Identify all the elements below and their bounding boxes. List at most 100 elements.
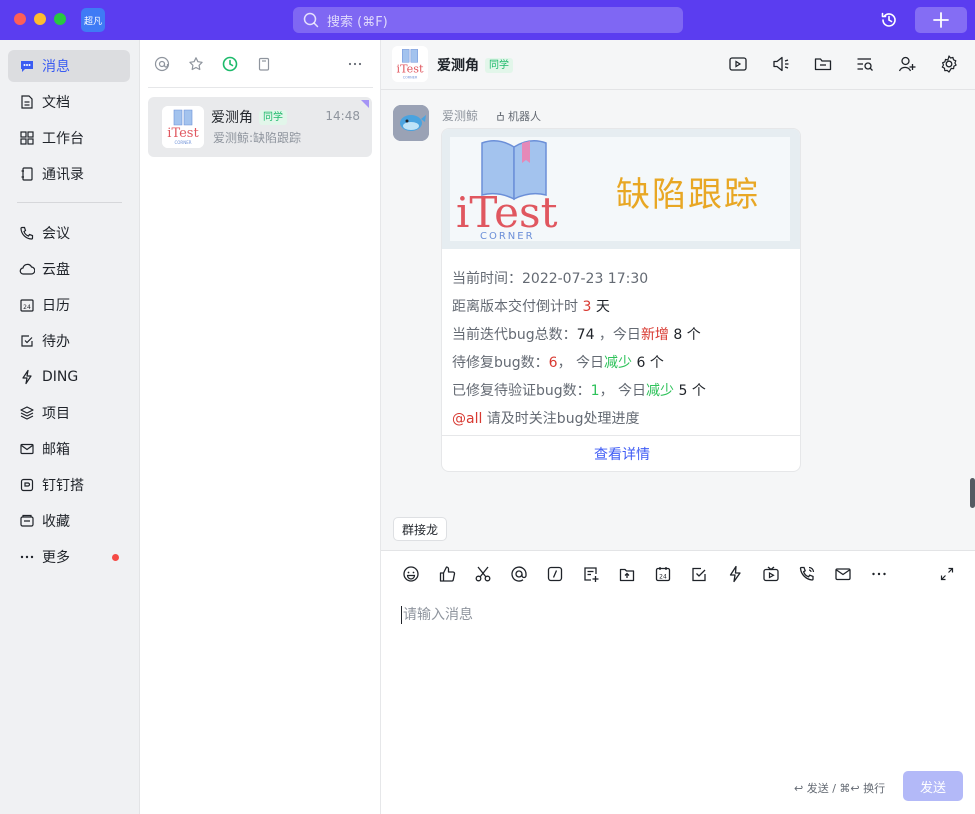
bot-label: 机器人	[508, 110, 541, 123]
send-button[interactable]: 发送	[903, 771, 963, 801]
contacts-icon	[19, 166, 35, 182]
sidebar-item-contacts[interactable]: 通讯录	[8, 158, 130, 190]
verify-bugs-row: 已修复待验证bug数：1， 今日减少 5 个	[452, 383, 706, 399]
sidebar-nav: 消息 文档 工作台 通讯录 会议 云盘 24 日历 待办 DING 项目 邮箱	[0, 40, 140, 814]
sidebar-item-todo[interactable]: 待办	[8, 325, 130, 357]
card-banner: iTest CORNER 缺陷跟踪	[442, 129, 800, 249]
add-document-icon[interactable]	[581, 564, 601, 584]
sidebar-item-label: 待办	[42, 334, 70, 350]
calendar-event-icon[interactable]: 24	[653, 564, 673, 584]
view-details-link[interactable]: 查看详情	[442, 436, 800, 471]
banner-logo-sub: CORNER	[480, 231, 535, 241]
upload-file-icon[interactable]	[617, 564, 637, 584]
sidebar-item-calendar[interactable]: 24 日历	[8, 289, 130, 321]
sidebar-item-docs[interactable]: 文档	[8, 86, 130, 118]
add-member-icon[interactable]	[896, 53, 918, 75]
more-options-icon[interactable]	[345, 54, 365, 74]
sidebar-item-mail[interactable]: 邮箱	[8, 433, 130, 465]
conversation-filter-tabs	[140, 40, 381, 88]
book-logo-icon: iTest CORNER	[456, 140, 558, 241]
project-icon	[19, 405, 35, 421]
sidebar-item-project[interactable]: 项目	[8, 397, 130, 429]
zoom-window-button[interactable]	[54, 13, 66, 25]
sidebar-item-more[interactable]: 更多	[8, 541, 130, 573]
live-stream-icon[interactable]	[761, 564, 781, 584]
sidebar-item-builder[interactable]: 钉钉搭	[8, 469, 130, 501]
chat-header: iTest CORNER 爱测角 同学	[381, 40, 975, 90]
folder-icon[interactable]	[812, 53, 834, 75]
more-tools-icon[interactable]	[869, 564, 889, 584]
calendar-icon: 24	[19, 297, 35, 313]
unread-corner-mark	[361, 100, 369, 108]
conversation-list: iTest CORNER 爱测角 同学 14:48 爱测鲸:缺陷跟踪	[140, 40, 381, 814]
history-icon[interactable]	[878, 9, 900, 31]
more-icon	[19, 549, 35, 565]
sidebar-item-messages[interactable]: 消息	[8, 50, 130, 82]
sidebar-item-cloud[interactable]: 云盘	[8, 253, 130, 285]
message-input[interactable]: 请输入消息	[401, 606, 473, 624]
nav-divider	[17, 202, 122, 203]
chat-panel: iTest CORNER 爱测角 同学 爱测鲸 机器人 iTest CORNER…	[381, 40, 975, 814]
mention-filter-icon[interactable]	[152, 54, 172, 74]
sidebar-item-label: DING	[42, 369, 79, 385]
search-input[interactable]: 搜索 (⌘F)	[293, 7, 683, 33]
user-avatar[interactable]: 超凡	[81, 8, 105, 32]
sidebar-item-label: 云盘	[42, 262, 70, 278]
notice-row: @all 请及时关注bug处理进度	[452, 411, 640, 427]
sidebar-item-label: 消息	[42, 59, 70, 75]
conversation-item[interactable]: iTest CORNER 爱测角 同学 14:48 爱测鲸:缺陷跟踪	[148, 97, 372, 157]
sender-avatar[interactable]	[393, 105, 429, 141]
logo-sub: CORNER	[403, 76, 418, 80]
settings-icon[interactable]	[938, 53, 960, 75]
search-history-icon[interactable]	[854, 53, 876, 75]
sidebar-item-label: 项目	[42, 406, 70, 422]
speaker-icon[interactable]	[770, 53, 792, 75]
send-shortcut-hint: ↩ 发送 / ⌘↩ 换行	[794, 782, 886, 795]
window-scrollbar[interactable]	[970, 478, 975, 508]
scissors-icon[interactable]	[473, 564, 493, 584]
phone-call-icon[interactable]	[797, 564, 817, 584]
ding-icon[interactable]	[725, 564, 745, 584]
task-icon[interactable]	[689, 564, 709, 584]
close-window-button[interactable]	[14, 13, 26, 25]
logo-text: iTest	[397, 63, 424, 76]
slash-command-icon[interactable]	[545, 564, 565, 584]
group-solitaire-button[interactable]: 群接龙	[393, 517, 448, 541]
video-icon[interactable]	[727, 53, 749, 75]
sidebar-item-label: 工作台	[42, 131, 84, 147]
tab-divider	[148, 87, 373, 88]
sidebar-item-label: 会议	[42, 226, 70, 242]
bug-tracking-card: iTest CORNER 缺陷跟踪 当前时间：2022-07-23 17:30 …	[441, 128, 801, 472]
sidebar-item-ding[interactable]: DING	[8, 361, 130, 393]
cloud-icon	[19, 261, 35, 277]
recent-filter-icon[interactable]	[220, 54, 240, 74]
total-bugs-row: 当前迭代bug总数：74 ，今日新增 8 个	[452, 327, 701, 343]
create-button[interactable]	[915, 7, 967, 33]
logo-sub: CORNER	[174, 140, 191, 145]
emoji-icon[interactable]	[401, 564, 421, 584]
current-time-row: 当前时间：2022-07-23 17:30	[452, 271, 649, 287]
sidebar-item-favorites[interactable]: 收藏	[8, 505, 130, 537]
countdown-row: 距离版本交付倒计时 3 天	[452, 299, 610, 315]
clipboard-filter-icon[interactable]	[254, 54, 274, 74]
todo-icon	[19, 333, 35, 349]
expand-icon[interactable]	[937, 564, 957, 584]
meeting-icon	[19, 225, 35, 241]
minimize-window-button[interactable]	[34, 13, 46, 25]
sidebar-item-workbench[interactable]: 工作台	[8, 122, 130, 154]
chat-avatar[interactable]: iTest CORNER	[392, 46, 428, 82]
svg-text:24: 24	[23, 304, 31, 311]
chat-title: 爱测角	[437, 58, 479, 74]
mention-all[interactable]: @all	[452, 411, 482, 427]
sidebar-item-meeting[interactable]: 会议	[8, 217, 130, 249]
notification-dot	[112, 554, 119, 561]
logo-text: iTest	[167, 126, 199, 141]
group-avatar: iTest CORNER	[162, 106, 204, 148]
mention-icon[interactable]	[509, 564, 529, 584]
message-icon	[19, 58, 35, 74]
email-icon[interactable]	[833, 564, 853, 584]
banner-logo-text: iTest	[456, 188, 558, 237]
classmate-tag: 同学	[259, 110, 287, 125]
star-filter-icon[interactable]	[186, 54, 206, 74]
thumbs-up-icon[interactable]	[437, 564, 457, 584]
